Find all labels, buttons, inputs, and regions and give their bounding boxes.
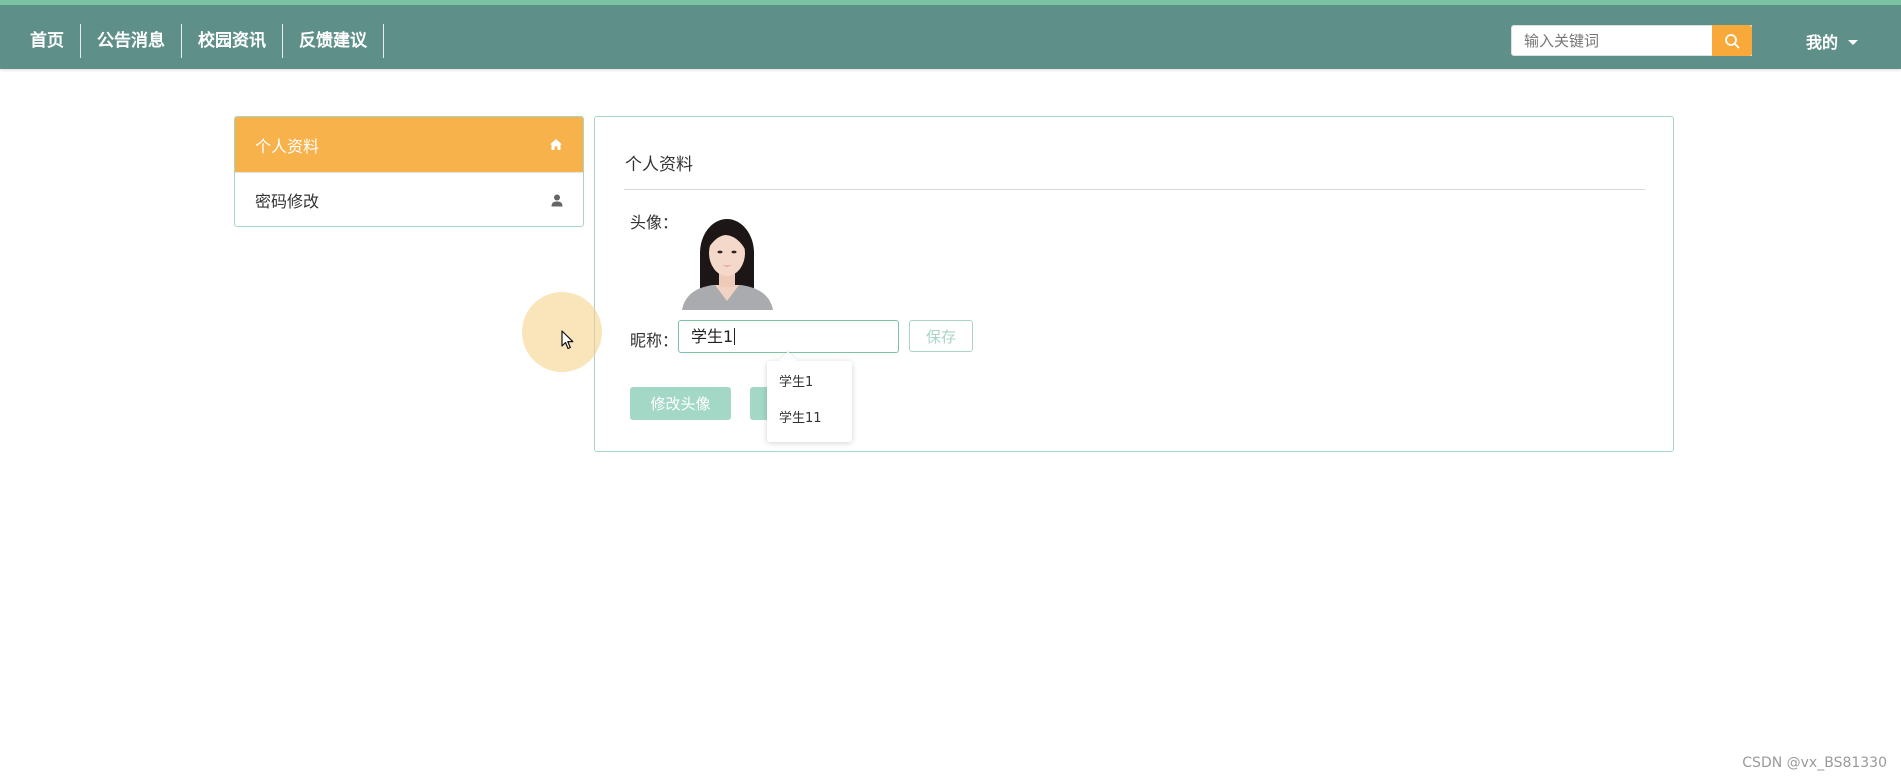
nav-item-feedback[interactable]: 反馈建议 [283,24,384,58]
sidebar-item-profile[interactable]: 个人资料 [235,117,583,172]
text-caret [734,328,736,345]
chevron-down-icon [1848,40,1859,45]
nav-item-campus-news[interactable]: 校园资讯 [182,24,283,58]
nickname-label: 昵称： [630,331,679,350]
profile-panel: 个人资料 头像： 昵称： 学生1 保存 修改头像 [594,116,1674,452]
page-title: 个人资料 [625,155,693,175]
search-button[interactable] [1712,25,1752,56]
sidebar-item-password[interactable]: 密码修改 [235,172,583,226]
nickname-autocomplete: 学生1 学生11 [767,361,852,442]
change-avatar-button[interactable]: 修改头像 [630,387,731,420]
watermark-text: CSDN @vx_BS81330 [1742,755,1887,771]
main-nav: 首页 公告消息 校园资讯 反馈建议 [14,24,384,58]
sidebar-item-label: 密码修改 [255,192,320,211]
nickname-input[interactable]: 学生1 [678,320,899,353]
home-icon [550,139,562,150]
autocomplete-option[interactable]: 学生11 [767,401,852,437]
save-button[interactable]: 保存 [909,320,973,352]
mouse-cursor-icon [561,330,574,350]
divider [624,189,1645,190]
user-icon [551,194,563,206]
avatar-label: 头像： [630,213,679,232]
profile-sidebar: 个人资料 密码修改 [234,116,584,227]
nav-item-announcements[interactable]: 公告消息 [81,24,182,58]
my-account-label: 我的 [1806,33,1839,52]
sidebar-item-label: 个人资料 [255,136,320,156]
nickname-value: 学生1 [691,327,734,346]
nav-item-home[interactable]: 首页 [14,24,81,58]
avatar [677,215,778,310]
search-icon [1725,33,1740,48]
my-account-menu[interactable]: 我的 [1806,29,1859,53]
autocomplete-option[interactable]: 学生1 [767,365,852,401]
